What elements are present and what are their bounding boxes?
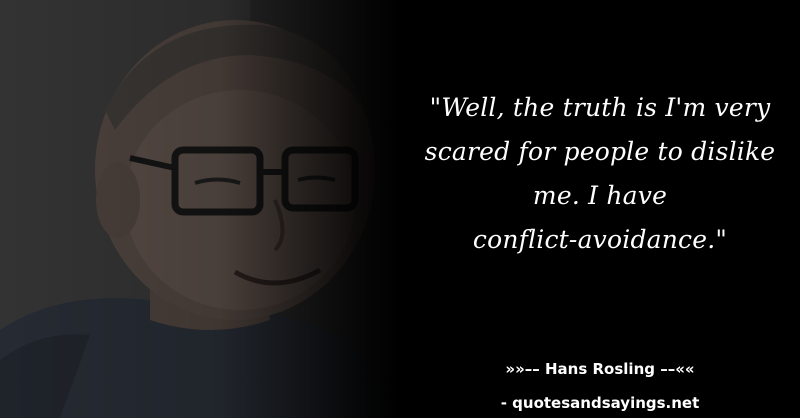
quote-line: "Well, the truth is I'm very [429,93,771,122]
quote-line: conflict-avoidance." [472,225,728,254]
source-link[interactable]: - quotesandsayings.net [400,394,800,412]
author-attribution: »»–– Hans Rosling ––«« [505,360,695,378]
portrait-photo [0,0,400,418]
quote-line: scared for people to dislike [424,137,776,166]
quote-line: me. I have [532,181,668,210]
quote-text: "Well, the truth is I'm very scared for … [400,86,800,262]
photo-fade-overlay [0,0,400,418]
